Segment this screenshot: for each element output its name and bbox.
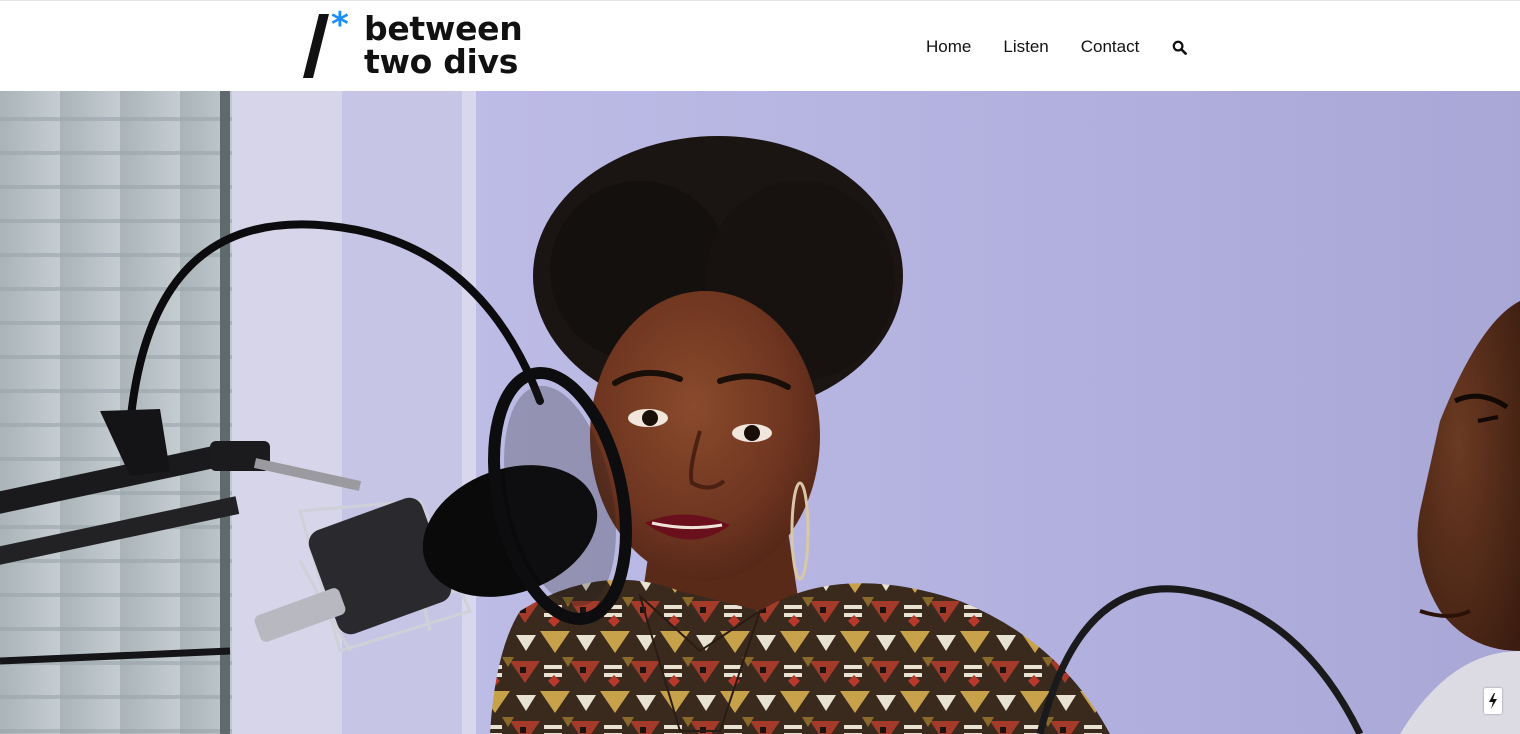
logo-asterisk: * bbox=[331, 5, 349, 45]
page: * between two divs Home Listen Contact bbox=[0, 0, 1520, 734]
search-icon bbox=[1172, 40, 1187, 55]
hero-image bbox=[0, 91, 1520, 734]
logo-text-line1: between bbox=[364, 9, 523, 48]
logo-slash-mark bbox=[303, 14, 329, 78]
quick-action-button[interactable] bbox=[1484, 688, 1502, 714]
site-header: * between two divs Home Listen Contact bbox=[0, 0, 1520, 91]
nav-link-contact[interactable]: Contact bbox=[1065, 29, 1156, 65]
site-logo[interactable]: * between two divs bbox=[302, 8, 523, 81]
nav-link-listen[interactable]: Listen bbox=[987, 29, 1064, 65]
search-button[interactable] bbox=[1165, 33, 1193, 61]
main-nav: Home Listen Contact bbox=[910, 29, 1193, 65]
logo-text-line2: two divs bbox=[364, 42, 519, 81]
hero-photo-illustration bbox=[0, 91, 1520, 734]
nav-link-home[interactable]: Home bbox=[910, 29, 987, 65]
lightning-bolt-icon bbox=[1489, 693, 1497, 709]
